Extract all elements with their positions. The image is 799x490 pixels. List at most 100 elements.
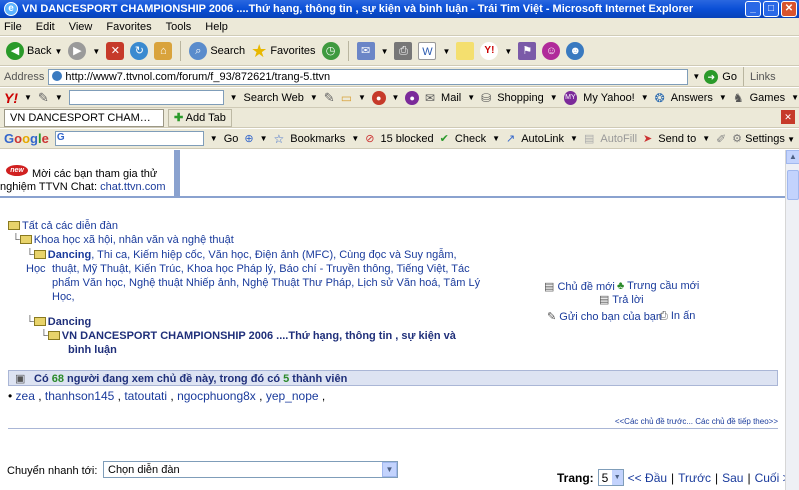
mail-icon[interactable]: ✉	[356, 42, 375, 60]
forward-dropdown-icon[interactable]: ▼	[92, 47, 100, 56]
back-button[interactable]: ◀ Back ▼	[6, 42, 62, 60]
yahoo-messenger-icon[interactable]: ☺	[542, 42, 561, 60]
last-page-link[interactable]: Cuối >>	[755, 471, 785, 485]
yahoo-logo[interactable]: Y!	[4, 90, 18, 106]
yahoo-my-yahoo[interactable]: My Yahoo!	[583, 92, 635, 104]
yahoo-search-input[interactable]	[68, 90, 224, 105]
highlight-icon[interactable]: ✎	[324, 90, 335, 106]
bookmark-icon[interactable]: ▭	[341, 91, 352, 105]
prev-topics-link[interactable]: <<Các chủ đề trước...	[615, 417, 693, 426]
add-tab-button[interactable]: ✚ Add Tab	[168, 108, 232, 127]
google-search-input[interactable]: G	[54, 131, 204, 146]
close-button[interactable]: ✕	[781, 1, 797, 17]
google-logo[interactable]: Google	[4, 131, 49, 146]
google-extras-icon[interactable]: ⊕	[244, 132, 253, 145]
menu-edit[interactable]: Edit	[36, 21, 55, 33]
viewer-user[interactable]: zea	[16, 389, 35, 403]
home-icon[interactable]: ⌂	[154, 42, 173, 60]
google-check[interactable]: Check	[455, 133, 486, 145]
new-topic-icon: ▤	[544, 281, 555, 293]
related-forums-line4[interactable]: Học,	[52, 290, 75, 304]
yahoo-toolbar-icon[interactable]: Y!	[480, 42, 499, 60]
research-icon[interactable]: ⚑	[518, 42, 537, 60]
google-blocked[interactable]: 15 blocked	[380, 133, 433, 145]
send-to-friend-action[interactable]: ✎ Gửi cho bạn của bạn	[547, 310, 662, 323]
scroll-up-icon[interactable]: ▲	[786, 150, 799, 164]
search-button[interactable]: ⌕ Search	[189, 42, 245, 60]
chat-link[interactable]: chat.ttvn.com	[100, 181, 165, 193]
menu-favorites[interactable]: Favorites	[106, 21, 151, 33]
pencil-icon[interactable]: ✎	[38, 90, 49, 106]
address-input[interactable]: http://www7.ttvnol.com/forum/f_93/872621…	[48, 68, 689, 85]
yahoo-answers[interactable]: Answers	[671, 92, 713, 104]
popup-blocker-icon[interactable]: ●	[405, 90, 419, 105]
go-button[interactable]: Go	[722, 71, 737, 83]
search-dropdown-icon[interactable]: ▼	[230, 93, 238, 102]
messenger-icon[interactable]: ☻	[566, 42, 585, 60]
viewer-user[interactable]: thanhson145	[45, 389, 114, 403]
yahoo-shopping[interactable]: Shopping	[497, 92, 544, 104]
google-settings[interactable]: ⚙ Settings ▼	[732, 132, 799, 145]
forward-arrow-icon[interactable]: ▶	[68, 42, 87, 60]
my-yahoo-icon: MY	[563, 90, 578, 105]
viewer-user[interactable]: tatoutati	[124, 389, 167, 403]
viewer-user[interactable]: yep_nope	[266, 389, 319, 403]
menu-file[interactable]: File	[4, 21, 22, 33]
close-tab-icon[interactable]: ✕	[781, 110, 795, 124]
note-icon[interactable]	[456, 42, 475, 60]
yahoo-games[interactable]: Games	[750, 92, 785, 104]
menu-view[interactable]: View	[69, 21, 93, 33]
viewer-user[interactable]: ngocphuong8x	[177, 389, 256, 403]
new-poll-action[interactable]: ♣ Trưng cầu mới	[617, 280, 699, 292]
first-page-link[interactable]: << Đầu	[628, 471, 667, 485]
quickjump-label: Chuyển nhanh tới:	[7, 465, 98, 477]
reply-action[interactable]: ▤ Trả lời	[599, 293, 644, 306]
mail-envelope-icon: ✉	[424, 90, 436, 105]
scroll-thumb[interactable]	[787, 170, 799, 200]
vertical-scrollbar[interactable]: ▲	[785, 150, 799, 490]
google-autolink[interactable]: AutoLink	[521, 133, 564, 145]
related-forums-line2[interactable]: thuật, Mỹ Thuật, Kiến Trúc, Khoa học Phá…	[52, 262, 470, 276]
favorites-button[interactable]: ★ Favorites	[251, 41, 315, 62]
google-bookmarks[interactable]: Bookmarks	[290, 133, 345, 145]
stop-icon[interactable]: ✕	[106, 42, 125, 60]
page-select[interactable]: 5 ▼	[597, 469, 624, 486]
search-web-button[interactable]: Search Web	[244, 92, 304, 104]
minimize-button[interactable]: _	[745, 1, 761, 17]
google-go-button[interactable]: Go	[224, 133, 239, 145]
back-arrow-icon: ◀	[6, 42, 24, 60]
yahoo-mail[interactable]: Mail	[441, 92, 461, 104]
next-page-link[interactable]: Sau	[722, 471, 743, 485]
next-topics-link[interactable]: Các chủ đề tiếp theo>>	[695, 417, 778, 426]
print-icon[interactable]: ⎙	[394, 42, 413, 60]
links-button[interactable]: Links	[750, 71, 776, 83]
refresh-icon[interactable]: ↻	[130, 42, 149, 60]
plus-icon: ✚	[174, 111, 184, 124]
pagination: Trang: 5 ▼ << Đầu| Trước| Sau| Cuối >>	[557, 469, 785, 486]
menu-help[interactable]: Help	[205, 21, 228, 33]
history-icon[interactable]: ◷	[321, 42, 340, 60]
reply-icon: ▤	[599, 294, 610, 306]
related-forums-line3[interactable]: phẩm Văn học, Nghệ thuật Nhiếp ảnh, Nghệ…	[52, 276, 480, 290]
antispy-icon[interactable]: ●	[371, 90, 386, 105]
address-dropdown-icon[interactable]: ▼	[692, 72, 700, 81]
forum-dancing-link[interactable]: Dancing	[48, 249, 91, 261]
new-badge: new	[6, 165, 28, 176]
google-sendto[interactable]: Send to	[658, 133, 696, 145]
quickjump-select[interactable]: Chọn diễn đàn ▼	[103, 461, 398, 478]
page-icon	[52, 70, 63, 81]
google-autofill[interactable]: AutoFill	[600, 133, 637, 145]
window-title: VN DANCESPORT CHAMPIONSHIP 2006 ....Thứ …	[22, 3, 694, 15]
menu-tools[interactable]: Tools	[166, 21, 192, 33]
highlight-pen-icon[interactable]: ✐	[716, 132, 726, 146]
print-action[interactable]: ⎙ In ấn	[659, 310, 695, 323]
prev-page-link[interactable]: Trước	[678, 471, 711, 485]
go-arrow-icon[interactable]: ➜	[704, 69, 719, 84]
viewer-list: • zea , thanhson145 , tatoutati , ngocph…	[8, 389, 326, 403]
edit-word-icon[interactable]: W	[418, 42, 437, 60]
tab-current[interactable]: VN DANCESPORT CHAMPIONSHIP 2006 ....Thứ …	[4, 108, 164, 127]
send-to-icon: ➤	[643, 133, 653, 145]
send-friend-icon: ✎	[547, 311, 557, 323]
maximize-button[interactable]: □	[763, 1, 779, 17]
new-topic-action[interactable]: ▤ Chủ đề mới	[544, 280, 615, 293]
